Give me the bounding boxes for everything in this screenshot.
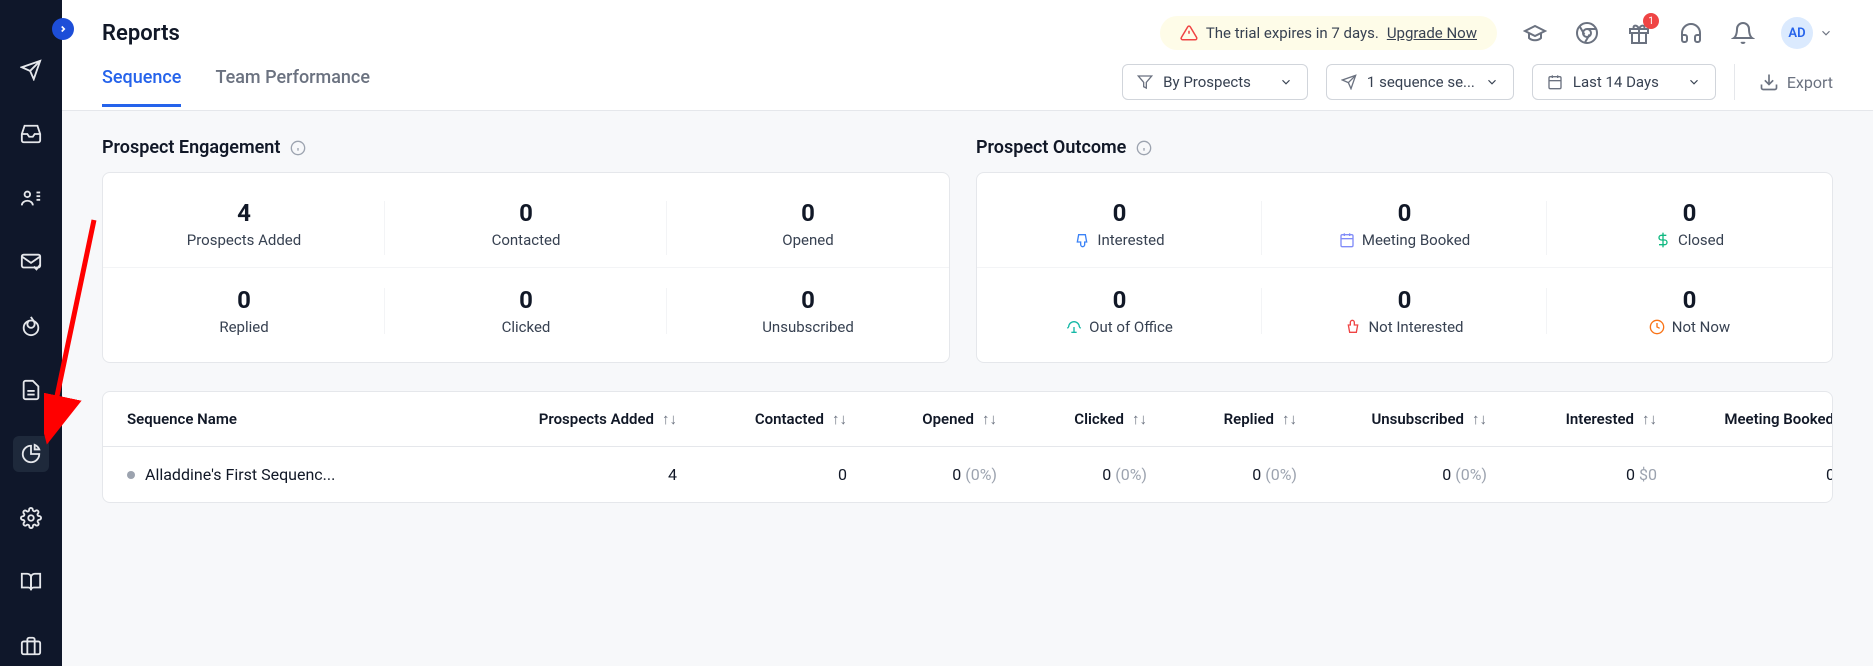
export-label: Export (1787, 73, 1833, 92)
trial-text: The trial expires in 7 days. (1206, 24, 1379, 42)
nav-fire-icon[interactable] (13, 308, 49, 344)
stat-out-of-office[interactable]: 0Out of Office (977, 276, 1262, 346)
sort-icon: ↑↓ (982, 410, 997, 428)
sort-icon: ↑↓ (662, 410, 677, 428)
outcome-icon (1339, 232, 1355, 248)
stat-closed[interactable]: 0Closed (1547, 189, 1832, 268)
topbar: Reports The trial expires in 7 days. Upg… (62, 0, 1873, 111)
stat-prospects-added[interactable]: 4Prospects Added (103, 189, 385, 268)
table-header: Sequence Name Prospects Added↑↓ Contacte… (103, 392, 1832, 447)
cell-added: 4 (487, 465, 677, 484)
engagement-title: Prospect Engagement (102, 137, 950, 158)
filter-date-range[interactable]: Last 14 Days (1532, 64, 1716, 100)
stat-interested[interactable]: 0Interested (977, 189, 1262, 268)
outcome-title: Prospect Outcome (976, 137, 1833, 158)
outcome-card: 0Interested0Meeting Booked0Closed 0Out of… (976, 172, 1833, 363)
info-icon[interactable] (290, 140, 306, 156)
academy-icon[interactable] (1521, 19, 1549, 47)
nav-people-icon[interactable] (13, 180, 49, 216)
sidebar-expand-button[interactable] (52, 18, 74, 40)
page-title: Reports (102, 21, 180, 46)
warning-icon (1180, 24, 1198, 42)
nav-settings-icon[interactable] (13, 500, 49, 536)
outcome-icon (1649, 319, 1665, 335)
nav-send-icon[interactable] (13, 52, 49, 88)
filter-label: By Prospects (1163, 73, 1251, 91)
tabs: Sequence Team Performance (102, 67, 370, 107)
download-icon (1759, 72, 1779, 92)
th-added[interactable]: Prospects Added↑↓ (487, 410, 677, 428)
info-icon[interactable] (1136, 140, 1152, 156)
engagement-card: 4Prospects Added0Contacted0Opened 0Replie… (102, 172, 950, 363)
chevron-down-icon (1687, 75, 1701, 89)
table-row[interactable]: Alladdine's First Sequenc... 4 0 0 (0%) … (103, 447, 1832, 502)
headset-icon[interactable] (1677, 19, 1705, 47)
th-opened[interactable]: Opened↑↓ (847, 410, 997, 428)
sort-icon: ↑↓ (1642, 410, 1657, 428)
th-meeting[interactable]: Meeting Booked↑↓ (1657, 410, 1833, 428)
user-menu[interactable]: AD (1781, 17, 1833, 49)
outcome-icon (1074, 232, 1090, 248)
nav-reports-icon[interactable] (13, 436, 49, 472)
cell-meeting: 0 $0 (1657, 465, 1833, 484)
cell-replied: 0 (0%) (1147, 465, 1297, 484)
trial-banner: The trial expires in 7 days. Upgrade Now (1160, 16, 1497, 50)
cell-name: Alladdine's First Sequenc... (127, 465, 487, 484)
sidebar (0, 0, 62, 666)
funnel-icon (1137, 74, 1153, 90)
stat-not-interested[interactable]: 0Not Interested (1262, 276, 1547, 346)
nav-book-icon[interactable] (13, 564, 49, 600)
th-unsub[interactable]: Unsubscribed↑↓ (1297, 410, 1487, 428)
sort-icon: ↑↓ (1282, 410, 1297, 428)
cell-opened: 0 (0%) (847, 465, 997, 484)
tab-team-performance[interactable]: Team Performance (215, 67, 370, 107)
bell-icon[interactable] (1729, 19, 1757, 47)
th-clicked[interactable]: Clicked↑↓ (997, 410, 1147, 428)
stat-unsubscribed[interactable]: 0Unsubscribed (667, 276, 949, 346)
tab-sequence[interactable]: Sequence (102, 67, 181, 107)
outcome-icon (1066, 319, 1082, 335)
outcome-icon (1655, 232, 1671, 248)
gift-icon[interactable]: 1 (1625, 19, 1653, 47)
cell-contacted: 0 (677, 465, 847, 484)
th-replied[interactable]: Replied↑↓ (1147, 410, 1297, 428)
sort-icon: ↑↓ (832, 410, 847, 428)
status-dot (127, 471, 135, 479)
chevron-down-icon (1819, 26, 1833, 40)
stat-opened[interactable]: 0Opened (667, 189, 949, 268)
nav-inbox-icon[interactable] (13, 116, 49, 152)
cell-unsub: 0 (0%) (1297, 465, 1487, 484)
calendar-icon (1547, 74, 1563, 90)
sort-icon: ↑↓ (1132, 410, 1147, 428)
outcome-icon (1345, 319, 1361, 335)
cell-interested: 0 $0 (1487, 465, 1657, 484)
send-icon (1341, 74, 1357, 90)
cell-clicked: 0 (0%) (997, 465, 1147, 484)
stat-replied[interactable]: 0Replied (103, 276, 385, 346)
filter-label: Last 14 Days (1573, 73, 1659, 91)
chevron-down-icon (1485, 75, 1499, 89)
th-interested[interactable]: Interested↑↓ (1487, 410, 1657, 428)
chevron-down-icon (1279, 75, 1293, 89)
stat-not-now[interactable]: 0Not Now (1547, 276, 1832, 346)
stat-meeting-booked[interactable]: 0Meeting Booked (1262, 189, 1547, 268)
upgrade-link[interactable]: Upgrade Now (1387, 24, 1477, 42)
browser-icon[interactable] (1573, 19, 1601, 47)
sort-icon: ↑↓ (1472, 410, 1487, 428)
filter-sequence[interactable]: 1 sequence se... (1326, 64, 1514, 100)
nav-briefcase-icon[interactable] (13, 628, 49, 664)
avatar: AD (1781, 17, 1813, 49)
th-contacted[interactable]: Contacted↑↓ (677, 410, 847, 428)
filter-by-prospects[interactable]: By Prospects (1122, 64, 1308, 100)
filter-label: 1 sequence se... (1367, 73, 1475, 91)
nav-mail-icon[interactable] (13, 244, 49, 280)
stat-clicked[interactable]: 0Clicked (385, 276, 667, 346)
gift-badge: 1 (1643, 13, 1659, 29)
stat-contacted[interactable]: 0Contacted (385, 189, 667, 268)
sequence-table: Sequence Name Prospects Added↑↓ Contacte… (102, 391, 1833, 503)
nav-document-icon[interactable] (13, 372, 49, 408)
export-button[interactable]: Export (1734, 64, 1833, 100)
th-name: Sequence Name (127, 410, 487, 428)
